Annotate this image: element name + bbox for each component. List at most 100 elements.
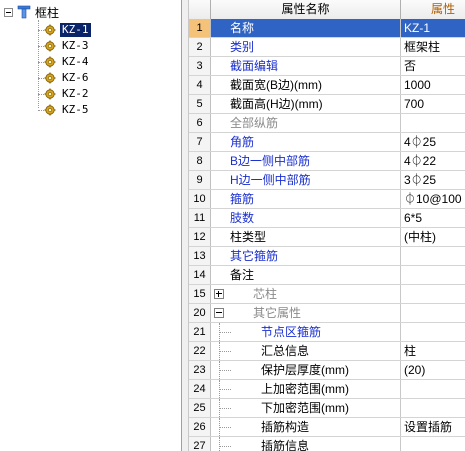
property-value-cell[interactable]: 框架柱 <box>401 38 465 56</box>
property-row[interactable]: 14 备注 <box>189 266 465 285</box>
row-number[interactable]: 6 <box>189 114 211 132</box>
tree-item[interactable]: KZ-3 <box>38 38 91 54</box>
property-name-cell[interactable]: 箍筋 <box>211 190 401 208</box>
row-number[interactable]: 2 <box>189 38 211 56</box>
row-number[interactable]: 1 <box>189 19 211 37</box>
property-row[interactable]: 26 插筋构造 设置插筋 <box>189 418 465 437</box>
property-row[interactable]: 2 类别 框架柱 <box>189 38 465 57</box>
row-number[interactable]: 3 <box>189 57 211 75</box>
row-number[interactable]: 15 <box>189 285 211 303</box>
tree-root-node[interactable]: 框柱 <box>4 4 59 20</box>
property-value-cell[interactable] <box>401 247 465 265</box>
row-number[interactable]: 7 <box>189 133 211 151</box>
property-row[interactable]: 21 节点区箍筋 <box>189 323 465 342</box>
property-value-cell[interactable]: 柱 <box>401 342 465 360</box>
property-row[interactable]: 10 箍筋 ⏀10@100 <box>189 190 465 209</box>
row-number[interactable]: 11 <box>189 209 211 227</box>
property-value-cell[interactable] <box>401 399 465 417</box>
row-number[interactable]: 8 <box>189 152 211 170</box>
property-row[interactable]: 27 插筋信息 <box>189 437 465 451</box>
tree-item[interactable]: KZ-6 <box>38 70 91 86</box>
property-name-cell[interactable]: 肢数 <box>211 209 401 227</box>
row-number[interactable]: 27 <box>189 437 211 451</box>
property-name-cell[interactable]: 汇总信息 <box>211 342 401 360</box>
property-name-cell[interactable]: 插筋信息 <box>211 437 401 451</box>
property-name-cell[interactable]: 节点区箍筋 <box>211 323 401 341</box>
header-property-name[interactable]: 属性名称 <box>211 0 401 19</box>
property-row[interactable]: 22 汇总信息柱 <box>189 342 465 361</box>
property-row[interactable]: 9 H边一侧中部筋 3⏀25 <box>189 171 465 190</box>
property-value-cell[interactable] <box>401 304 465 322</box>
panel-splitter[interactable] <box>181 0 189 451</box>
property-row[interactable]: 7 角筋 4⏀25 <box>189 133 465 152</box>
property-row[interactable]: 25 下加密范围(mm) <box>189 399 465 418</box>
property-value-cell[interactable]: 4⏀22 <box>401 152 465 170</box>
property-row[interactable]: 4 截面宽(B边)(mm) 1000 <box>189 76 465 95</box>
row-number[interactable]: 24 <box>189 380 211 398</box>
property-name-cell[interactable]: 柱类型 <box>211 228 401 246</box>
property-name-cell[interactable]: 类别 <box>211 38 401 56</box>
collapse-minus-icon[interactable] <box>214 308 224 318</box>
property-row[interactable]: 23 保护层厚度(mm) (20) <box>189 361 465 380</box>
property-value-cell[interactable]: 6*5 <box>401 209 465 227</box>
property-value-cell[interactable]: ⏀10@100 <box>401 190 465 208</box>
property-value-cell[interactable] <box>401 266 465 284</box>
property-name-cell[interactable]: 角筋 <box>211 133 401 151</box>
property-value-cell[interactable] <box>401 323 465 341</box>
property-row[interactable]: 12 柱类型 (中柱) <box>189 228 465 247</box>
property-row[interactable]: 6 全部纵筋 <box>189 114 465 133</box>
tree-item[interactable]: KZ-4 <box>38 54 91 70</box>
property-value-cell[interactable]: KZ-1 <box>401 19 465 37</box>
property-name-cell[interactable]: 截面编辑 <box>211 57 401 75</box>
tree-item[interactable]: KZ-5 <box>38 102 91 118</box>
property-name-cell[interactable]: H边一侧中部筋 <box>211 171 401 189</box>
row-number[interactable]: 12 <box>189 228 211 246</box>
property-name-cell[interactable]: 全部纵筋 <box>211 114 401 132</box>
property-name-cell[interactable]: 备注 <box>211 266 401 284</box>
property-row[interactable]: 20 其它属性 <box>189 304 465 323</box>
property-name-cell[interactable]: 下加密范围(mm) <box>211 399 401 417</box>
property-row[interactable]: 11 肢数 6*5 <box>189 209 465 228</box>
property-name-cell[interactable]: 上加密范围(mm) <box>211 380 401 398</box>
property-value-cell[interactable]: 否 <box>401 57 465 75</box>
property-value-cell[interactable]: 设置插筋 <box>401 418 465 436</box>
property-row[interactable]: 13 其它箍筋 <box>189 247 465 266</box>
property-value-cell[interactable]: (20) <box>401 361 465 379</box>
property-name-cell[interactable]: 截面宽(B边)(mm) <box>211 76 401 94</box>
row-number[interactable]: 23 <box>189 361 211 379</box>
property-value-cell[interactable]: 3⏀25 <box>401 171 465 189</box>
property-value-cell[interactable] <box>401 285 465 303</box>
row-number[interactable]: 22 <box>189 342 211 360</box>
row-number[interactable]: 26 <box>189 418 211 436</box>
property-name-cell[interactable]: 其它箍筋 <box>211 247 401 265</box>
property-value-cell[interactable]: (中柱) <box>401 228 465 246</box>
header-property-value[interactable]: 属性 <box>401 0 465 19</box>
row-number[interactable]: 20 <box>189 304 211 322</box>
collapse-toggle-icon[interactable] <box>4 7 13 17</box>
property-row[interactable]: 1 名称 KZ-1 <box>189 19 465 38</box>
property-name-cell[interactable]: 保护层厚度(mm) <box>211 361 401 379</box>
row-number[interactable]: 14 <box>189 266 211 284</box>
property-name-cell[interactable]: 芯柱 <box>211 285 401 303</box>
expand-plus-icon[interactable] <box>214 289 224 299</box>
property-row[interactable]: 3 截面编辑否 <box>189 57 465 76</box>
row-number[interactable]: 9 <box>189 171 211 189</box>
property-row[interactable]: 5 截面高(H边)(mm) 700 <box>189 95 465 114</box>
tree-item[interactable]: KZ-2 <box>38 86 91 102</box>
row-number[interactable]: 25 <box>189 399 211 417</box>
tree-item[interactable]: KZ-1 <box>38 22 91 38</box>
property-row[interactable]: 24 上加密范围(mm) <box>189 380 465 399</box>
property-value-cell[interactable] <box>401 437 465 451</box>
property-name-cell[interactable]: B边一侧中部筋 <box>211 152 401 170</box>
property-name-cell[interactable]: 名称 <box>211 19 401 37</box>
property-row[interactable]: 15 芯柱 <box>189 285 465 304</box>
row-number[interactable]: 4 <box>189 76 211 94</box>
property-value-cell[interactable]: 4⏀25 <box>401 133 465 151</box>
property-row[interactable]: 8 B边一侧中部筋 4⏀22 <box>189 152 465 171</box>
row-number[interactable]: 21 <box>189 323 211 341</box>
row-number[interactable]: 5 <box>189 95 211 113</box>
row-number[interactable]: 13 <box>189 247 211 265</box>
property-value-cell[interactable] <box>401 114 465 132</box>
property-value-cell[interactable]: 1000 <box>401 76 465 94</box>
property-name-cell[interactable]: 截面高(H边)(mm) <box>211 95 401 113</box>
